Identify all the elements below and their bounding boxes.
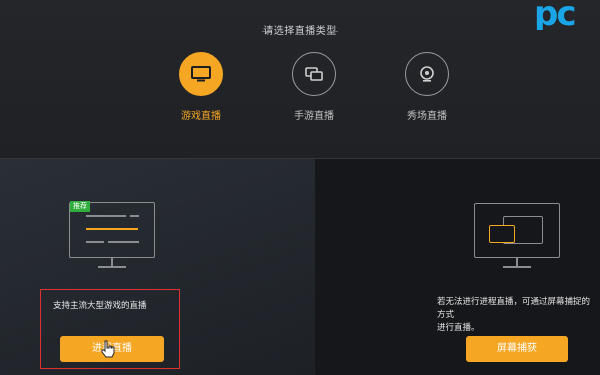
type-game-live[interactable]: 游戏直播 xyxy=(166,52,236,122)
header-right-line xyxy=(328,31,338,32)
hand-cursor-icon xyxy=(100,340,116,362)
mobile-screens-icon xyxy=(292,52,336,96)
monitor-base xyxy=(503,266,531,268)
logo-text: pc xyxy=(534,0,576,30)
recommend-badge: 推荐 xyxy=(70,201,90,212)
brand-logo: pc xyxy=(530,0,600,30)
text-line-short xyxy=(130,215,139,217)
monitor-stand xyxy=(516,258,518,266)
monitor-base xyxy=(98,266,126,268)
capture-window xyxy=(489,225,515,243)
monitor-stand xyxy=(111,258,113,266)
screen-capture-description-line1: 若无法进行进程直播，可通过屏幕捕捉的方式 xyxy=(437,297,591,320)
type-game-live-label: 游戏直播 xyxy=(181,111,221,122)
text-line xyxy=(108,241,139,243)
webcam-icon xyxy=(405,52,449,96)
text-line xyxy=(86,215,126,217)
type-mobile-live-label: 手游直播 xyxy=(294,111,334,122)
type-mobile-live[interactable]: 手游直播 xyxy=(279,52,349,122)
screen-capture-description-line2: 进行直播。 xyxy=(437,323,480,333)
type-show-live[interactable]: 秀场直播 xyxy=(392,52,462,122)
header-title: 请选择直播类型 xyxy=(263,26,337,37)
screen-capture-button[interactable]: 屏幕捕获 xyxy=(466,336,568,362)
screen-capture-description: 若无法进行进程直播，可通过屏幕捕捉的方式 进行直播。 xyxy=(437,296,597,335)
type-show-live-label: 秀场直播 xyxy=(407,111,447,122)
selected-line xyxy=(86,228,138,230)
text-line-short xyxy=(86,241,104,243)
monitor-icon xyxy=(179,52,223,96)
